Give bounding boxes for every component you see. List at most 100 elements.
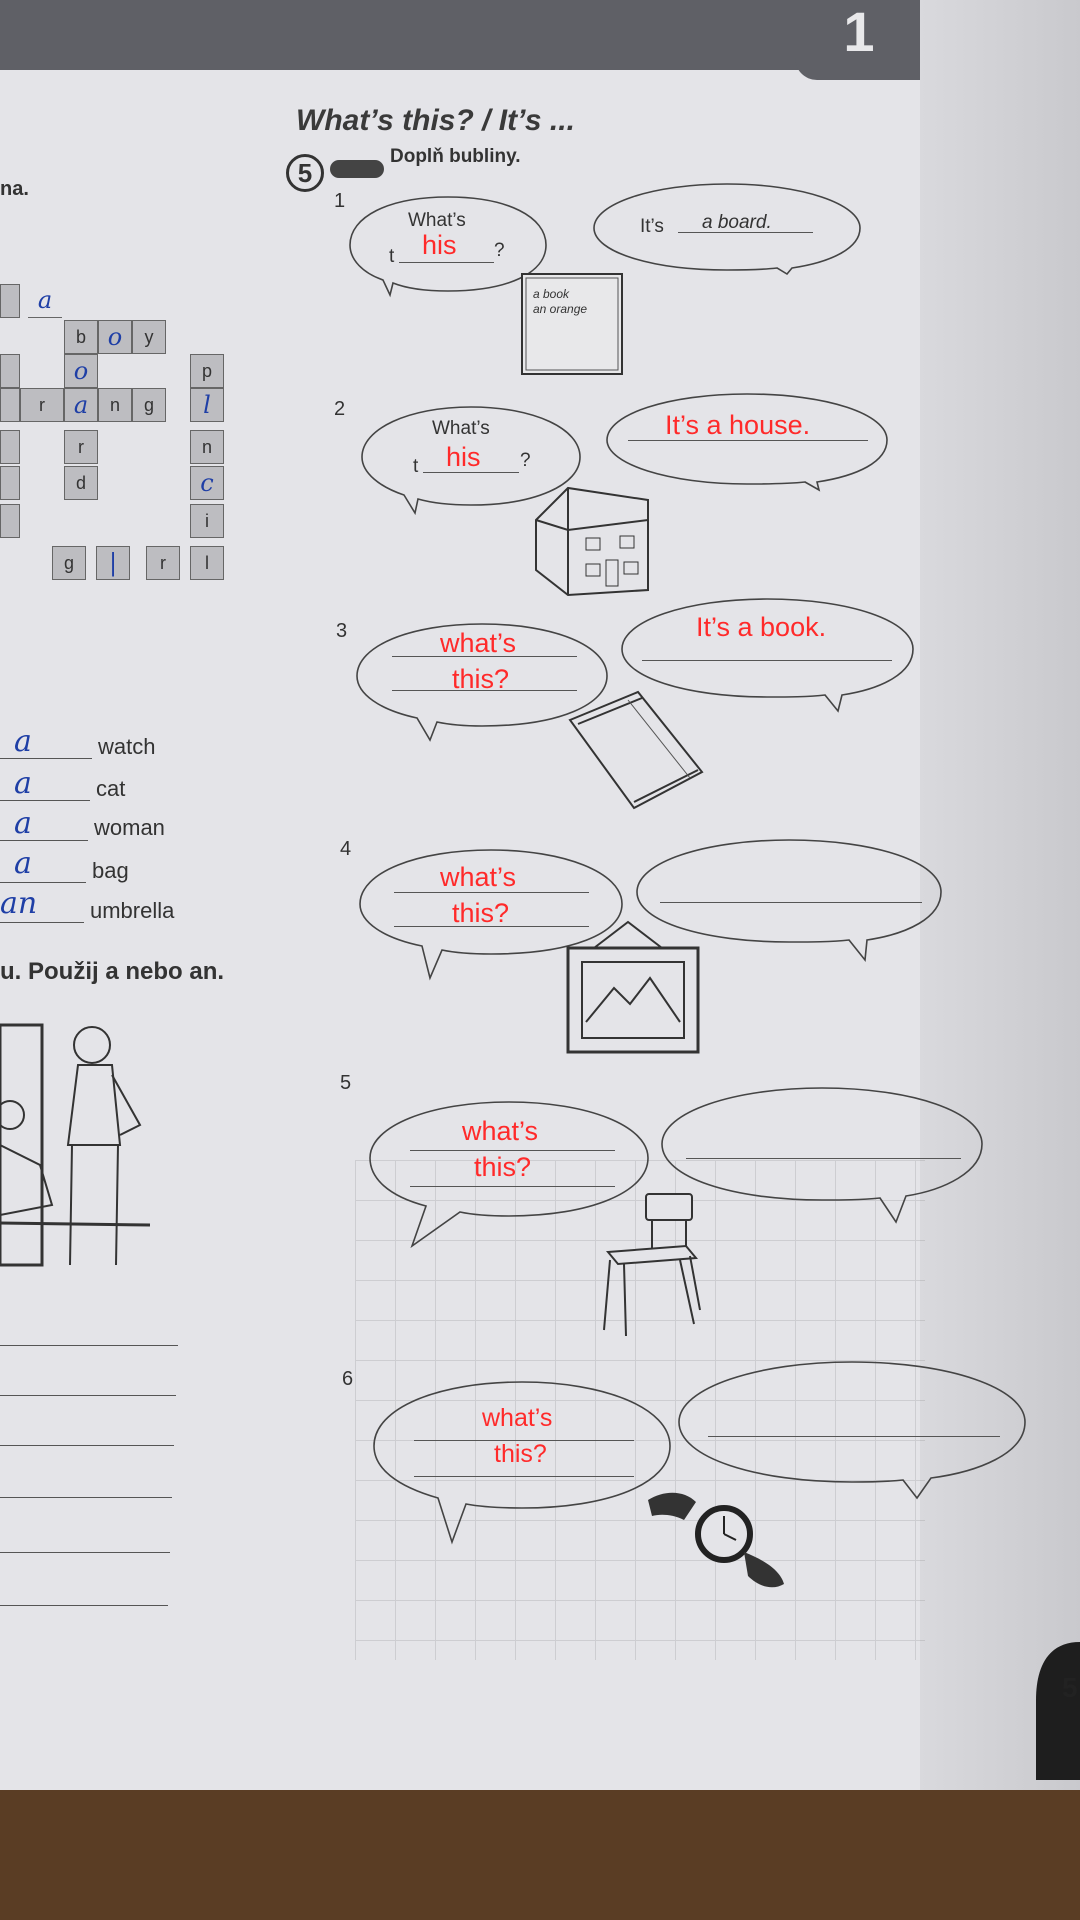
crossword-cell: | bbox=[96, 546, 130, 580]
exercise-instruction: Doplň bubliny. bbox=[390, 146, 521, 167]
house-illustration bbox=[535, 486, 649, 597]
question-mark: ? bbox=[494, 240, 505, 261]
answer-line bbox=[642, 660, 892, 661]
handwritten-answer: It’s a house. bbox=[665, 410, 811, 440]
writing-line bbox=[0, 1605, 168, 1606]
item-number: 6 bbox=[342, 1368, 354, 1390]
article-word: bag bbox=[92, 858, 129, 883]
crossword-cell: r bbox=[64, 430, 98, 464]
item-number: 4 bbox=[340, 838, 352, 860]
question-word: What’s bbox=[408, 210, 466, 231]
crossword-cell bbox=[0, 388, 20, 422]
crossword-cell: n bbox=[190, 430, 224, 464]
people-illustration bbox=[0, 1023, 151, 1267]
handwritten-answer: what’s bbox=[462, 1116, 539, 1146]
writing-line bbox=[0, 1345, 178, 1346]
crossword-cell bbox=[0, 354, 20, 388]
crossword-cell: n bbox=[98, 388, 132, 422]
crossword-cell: a bbox=[28, 284, 62, 318]
speech-bubble-answer bbox=[606, 393, 888, 492]
question-word: What’s bbox=[432, 418, 490, 439]
item-number: 5 bbox=[340, 1072, 352, 1094]
handwritten-article: a bbox=[14, 806, 32, 841]
crossword-cell: r bbox=[20, 388, 64, 422]
book-line: a book bbox=[533, 287, 570, 301]
answer-line bbox=[0, 840, 88, 841]
page-corner-tab bbox=[1036, 1642, 1080, 1780]
handwritten-article: a bbox=[14, 846, 32, 881]
crossword-cell: l bbox=[190, 388, 224, 422]
speech-bubble-answer bbox=[661, 1087, 983, 1224]
page-heading: What’s this? / It’s ... bbox=[296, 104, 575, 137]
writing-line bbox=[0, 1445, 174, 1446]
crossword-cell: o bbox=[64, 354, 98, 388]
answer-line bbox=[0, 800, 90, 801]
handwritten-answer: this? bbox=[452, 898, 510, 928]
crossword-cell bbox=[0, 504, 20, 538]
handwritten-article: a bbox=[14, 724, 32, 759]
crossword-cell bbox=[0, 466, 20, 500]
task-instruction: u. Použij a nebo an. bbox=[0, 958, 225, 985]
watch-illustration bbox=[648, 1492, 784, 1588]
top-band bbox=[0, 0, 900, 70]
unit-tab: 1 bbox=[795, 0, 923, 80]
printed-example-answer: a board. bbox=[702, 212, 772, 233]
workbook-page: 1 What’s this? / It’s ... 5 Doplň bublin… bbox=[0, 0, 1080, 1810]
handwritten-answer: what’s bbox=[440, 628, 517, 658]
item-number: 1 bbox=[334, 190, 346, 212]
crossword-cell: b bbox=[64, 320, 98, 354]
crossword-cell: p bbox=[190, 354, 224, 388]
crossword-cell: o bbox=[98, 320, 132, 354]
answer-prefix: It’s bbox=[640, 216, 664, 237]
article-word: watch bbox=[98, 734, 156, 759]
article-word: umbrella bbox=[90, 898, 175, 923]
book-line: an orange bbox=[533, 302, 588, 316]
answer-line bbox=[0, 882, 86, 883]
handwritten-answer: this? bbox=[474, 1152, 532, 1182]
writing-line bbox=[0, 1497, 172, 1498]
answer-line bbox=[0, 758, 92, 759]
answer-line bbox=[410, 1150, 615, 1151]
framed-picture-illustration bbox=[566, 920, 700, 1054]
answer-line bbox=[686, 1158, 961, 1159]
crossword-cell: c bbox=[190, 466, 224, 500]
handwritten-article: a bbox=[14, 766, 32, 801]
crossword-cell: d bbox=[64, 466, 98, 500]
handwritten-answer: what’s bbox=[440, 862, 517, 892]
crossword-cell: i bbox=[190, 504, 224, 538]
handwritten-answer: It’s a book. bbox=[696, 612, 827, 642]
crossword-cell: r bbox=[146, 546, 180, 580]
article-word: cat bbox=[96, 776, 126, 801]
crossword-cell bbox=[0, 430, 20, 464]
answer-line bbox=[414, 1476, 634, 1477]
crossword-cell: y bbox=[132, 320, 166, 354]
handwritten-answer: what’s bbox=[482, 1404, 553, 1432]
question-mark: ? bbox=[520, 450, 531, 471]
answer-line bbox=[660, 902, 922, 903]
writing-line bbox=[0, 1395, 176, 1396]
question-t: t bbox=[389, 246, 395, 267]
answer-line bbox=[0, 922, 84, 923]
handwritten-answer: this? bbox=[494, 1440, 547, 1468]
handwritten-article: an bbox=[0, 886, 38, 921]
item-number: 2 bbox=[334, 398, 346, 420]
difficulty-pill-icon bbox=[330, 160, 384, 178]
exercise-number: 5 bbox=[286, 154, 324, 192]
handwritten-answer: his bbox=[446, 442, 481, 472]
closed-book-illustration bbox=[568, 690, 704, 810]
crossword-cell bbox=[0, 284, 20, 318]
page-edge bbox=[920, 0, 1080, 1810]
handwritten-answer: this? bbox=[452, 664, 510, 694]
crossword-cell: l bbox=[190, 546, 224, 580]
answer-line bbox=[410, 1186, 615, 1187]
answer-line bbox=[399, 262, 494, 263]
chair-illustration bbox=[603, 1193, 701, 1337]
crossword-cell: a bbox=[64, 388, 98, 422]
writing-line bbox=[0, 1552, 170, 1553]
item-number: 3 bbox=[336, 620, 348, 642]
article-word: woman bbox=[94, 815, 165, 840]
crossword-cell: g bbox=[52, 546, 86, 580]
question-t: t bbox=[413, 456, 419, 477]
page-number: 5 bbox=[1062, 1672, 1078, 1703]
table-surface bbox=[0, 1790, 1080, 1920]
